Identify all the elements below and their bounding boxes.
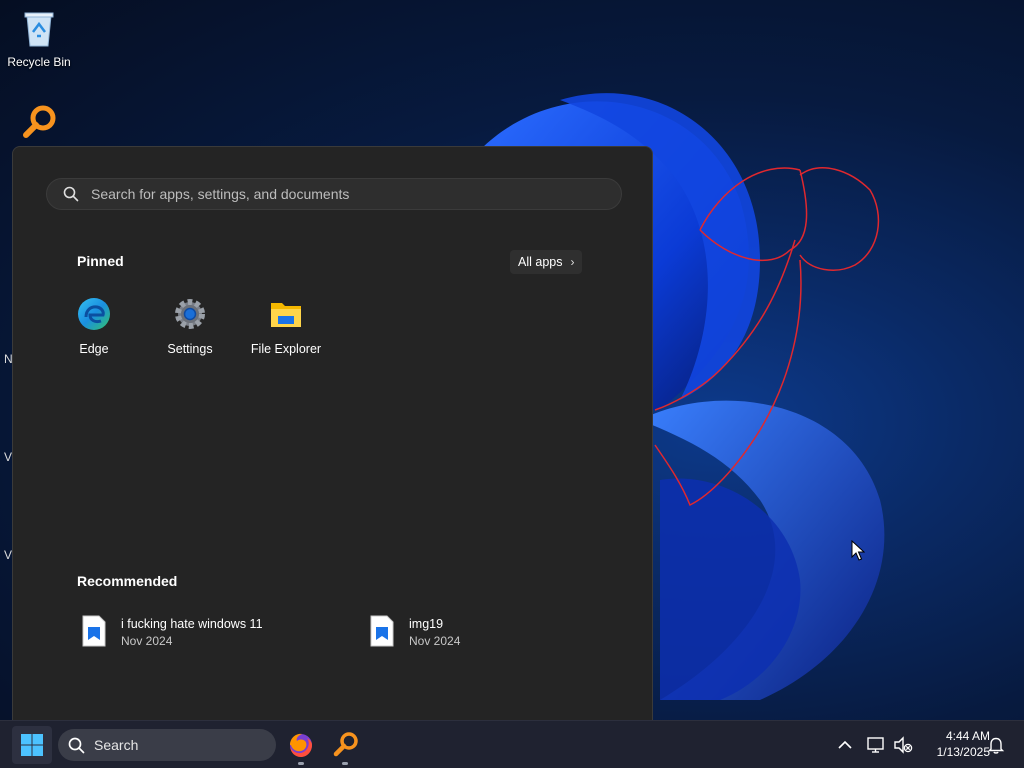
taskbar-app-firefox[interactable] (285, 729, 317, 765)
pinned-app-settings[interactable]: Settings (142, 297, 238, 356)
search-icon (68, 737, 85, 753)
taskbar: Search 4:44 AM 1/13/2025 (0, 720, 1024, 768)
recommended-item-name: i fucking hate windows 11 (121, 617, 263, 631)
image-file-icon (370, 615, 394, 647)
desktop-label-stub: V (4, 450, 13, 464)
recycle-bin[interactable]: Recycle Bin (4, 8, 74, 69)
recommended-item-name: img19 (409, 617, 444, 631)
mouse-cursor-icon (851, 540, 865, 561)
taskbar-search-label: Search (94, 737, 139, 753)
pinned-app-label: File Explorer (250, 342, 322, 356)
recycle-bin-icon (24, 12, 54, 47)
gear-icon (175, 299, 205, 329)
recycle-bin-label: Recycle Bin (7, 55, 71, 69)
recommended-item-date: Nov 2024 (409, 634, 461, 648)
desktop-label-stub: V (4, 548, 13, 562)
windows-logo-icon (21, 734, 43, 756)
image-file-icon (82, 615, 106, 647)
taskbar-app-search-tool[interactable] (329, 729, 361, 765)
pinned-app-file-explorer[interactable]: File Explorer (238, 297, 334, 356)
edge-icon (78, 298, 110, 330)
taskbar-search[interactable]: Search (58, 729, 276, 761)
all-apps-label: All apps (518, 255, 563, 269)
network-icon[interactable] (866, 735, 886, 755)
start-search-box[interactable] (46, 178, 622, 210)
pinned-app-label: Edge (79, 342, 109, 356)
pinned-app-edge[interactable]: Edge (46, 297, 142, 356)
recommended-title: Recommended (77, 573, 178, 589)
clock-time: 4:44 AM (945, 729, 990, 743)
volume-muted-icon[interactable] (893, 735, 913, 755)
firefox-icon (290, 733, 312, 757)
start-menu: Pinned All apps › Edge Settings (12, 146, 653, 720)
chevron-up-icon[interactable] (835, 735, 855, 755)
running-indicator (342, 762, 348, 765)
chevron-right-icon: › (570, 255, 575, 269)
all-apps-button[interactable]: All apps › (510, 250, 583, 274)
bell-icon[interactable] (986, 735, 1006, 755)
search-icon (63, 186, 79, 202)
search-tool-icon (23, 105, 56, 138)
pinned-app-label: Settings (167, 342, 213, 356)
start-button[interactable] (12, 726, 52, 764)
start-search-input[interactable] (89, 185, 621, 203)
pinned-title: Pinned (77, 253, 124, 269)
recommended-item[interactable]: i fucking hate windows 11 Nov 2024 (81, 615, 263, 648)
recommended-item[interactable]: img19 Nov 2024 (369, 615, 460, 648)
recommended-item-date: Nov 2024 (121, 634, 173, 648)
running-indicator (298, 762, 304, 765)
search-tool-icon (333, 732, 358, 757)
system-clock[interactable]: 4:44 AM 1/13/2025 (916, 728, 990, 760)
folder-icon (271, 303, 301, 327)
search-tool-desktop[interactable] (4, 104, 74, 151)
clock-date: 1/13/2025 (936, 745, 990, 759)
